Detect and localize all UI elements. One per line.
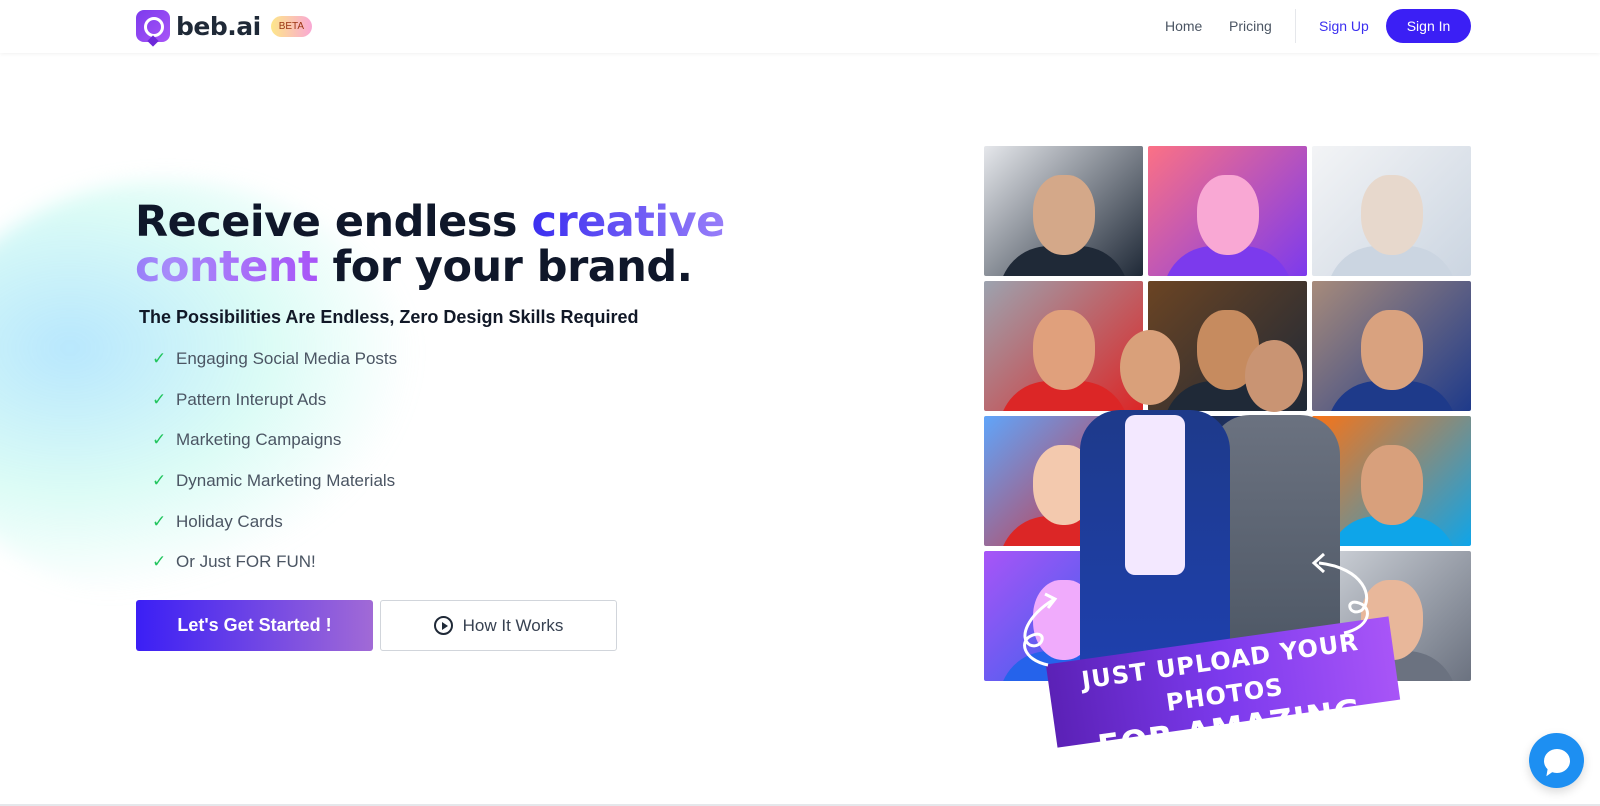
check-icon: ✓ (152, 389, 167, 409)
portrait-face (1032, 174, 1095, 255)
portrait-face (1196, 174, 1259, 255)
feature-label: Dynamic Marketing Materials (176, 471, 396, 491)
hero-headline: Receive endless creative content for you… (135, 200, 895, 290)
get-started-button[interactable]: Let's Get Started ! (136, 600, 373, 651)
portrait-tile (1148, 146, 1307, 276)
nav-divider (1295, 9, 1296, 43)
feature-item: ✓ Dynamic Marketing Materials (152, 471, 397, 512)
headline-text-end: for your brand. (318, 242, 694, 292)
feature-label: Engaging Social Media Posts (176, 349, 398, 368)
sign-in-button[interactable]: Sign In (1386, 9, 1471, 43)
check-icon: ✓ (152, 430, 167, 450)
check-icon: ✓ (152, 471, 167, 491)
feature-label: Holiday Cards (176, 511, 283, 531)
portrait-tile (984, 146, 1143, 276)
curly-arrow-right-icon (1311, 552, 1369, 635)
person-shirt (1125, 415, 1185, 575)
feature-label: Pattern Interupt Ads (176, 389, 327, 409)
check-icon: ✓ (152, 552, 167, 572)
feature-label: Marketing Campaigns (176, 430, 342, 450)
feature-item: ✓ Marketing Campaigns (152, 430, 397, 471)
feature-item: ✓ Or Just FOR FUN! (152, 552, 397, 593)
feature-list: ✓ Engaging Social Media Posts ✓ Pattern In… (152, 349, 397, 593)
featured-people-photo (1060, 320, 1340, 680)
chat-bubble-icon (1543, 748, 1570, 773)
how-it-works-button[interactable]: How It Works (380, 600, 617, 651)
portrait-face (1360, 174, 1423, 255)
portrait-tile (1312, 281, 1471, 411)
portrait-face (1360, 444, 1423, 525)
feature-label: Or Just FOR FUN! (176, 552, 316, 572)
headline-text-start: Receive endless (135, 197, 532, 247)
top-navbar: beb.ai BETA Home Pricing Sign Up Sign In (0, 0, 1600, 53)
feature-item: ✓ Engaging Social Media Posts (152, 349, 397, 390)
chat-widget-button[interactable] (1529, 733, 1584, 788)
nav-link-home[interactable]: Home (1165, 18, 1202, 34)
logo-mark-icon (136, 10, 170, 42)
brand-logo[interactable]: beb.ai BETA (136, 10, 313, 42)
sign-up-link[interactable]: Sign Up (1319, 18, 1369, 34)
beta-badge: BETA (270, 15, 313, 37)
person-head (1245, 340, 1303, 412)
play-circle-icon (433, 616, 453, 635)
curly-arrow-left-icon (1023, 592, 1058, 667)
portrait-tile (1312, 146, 1471, 276)
person-head (1120, 330, 1180, 405)
portrait-face (1360, 309, 1423, 390)
brand-name: beb.ai (176, 11, 261, 41)
nav-link-pricing[interactable]: Pricing (1229, 18, 1272, 34)
check-icon: ✓ (152, 349, 167, 368)
hero-subheadline: The Possibilities Are Endless, Zero Desi… (139, 307, 639, 327)
how-it-works-label: How It Works (462, 615, 564, 635)
feature-item: ✓ Pattern Interupt Ads (152, 390, 397, 431)
check-icon: ✓ (152, 511, 167, 531)
feature-item: ✓ Holiday Cards (152, 512, 397, 553)
